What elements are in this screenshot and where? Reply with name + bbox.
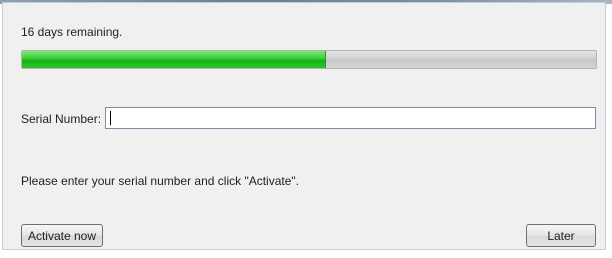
serial-number-input[interactable] [105, 107, 596, 129]
trial-progress-fill [22, 51, 327, 68]
activate-now-button[interactable]: Activate now [21, 224, 103, 247]
serial-number-label: Serial Number: [21, 112, 102, 126]
days-remaining-text: 16 days remaining. [21, 25, 123, 39]
later-button[interactable]: Later [526, 224, 596, 247]
text-caret [110, 111, 111, 125]
instructions-text: Please enter your serial number and clic… [21, 174, 299, 188]
trial-progress-bar [21, 50, 597, 69]
